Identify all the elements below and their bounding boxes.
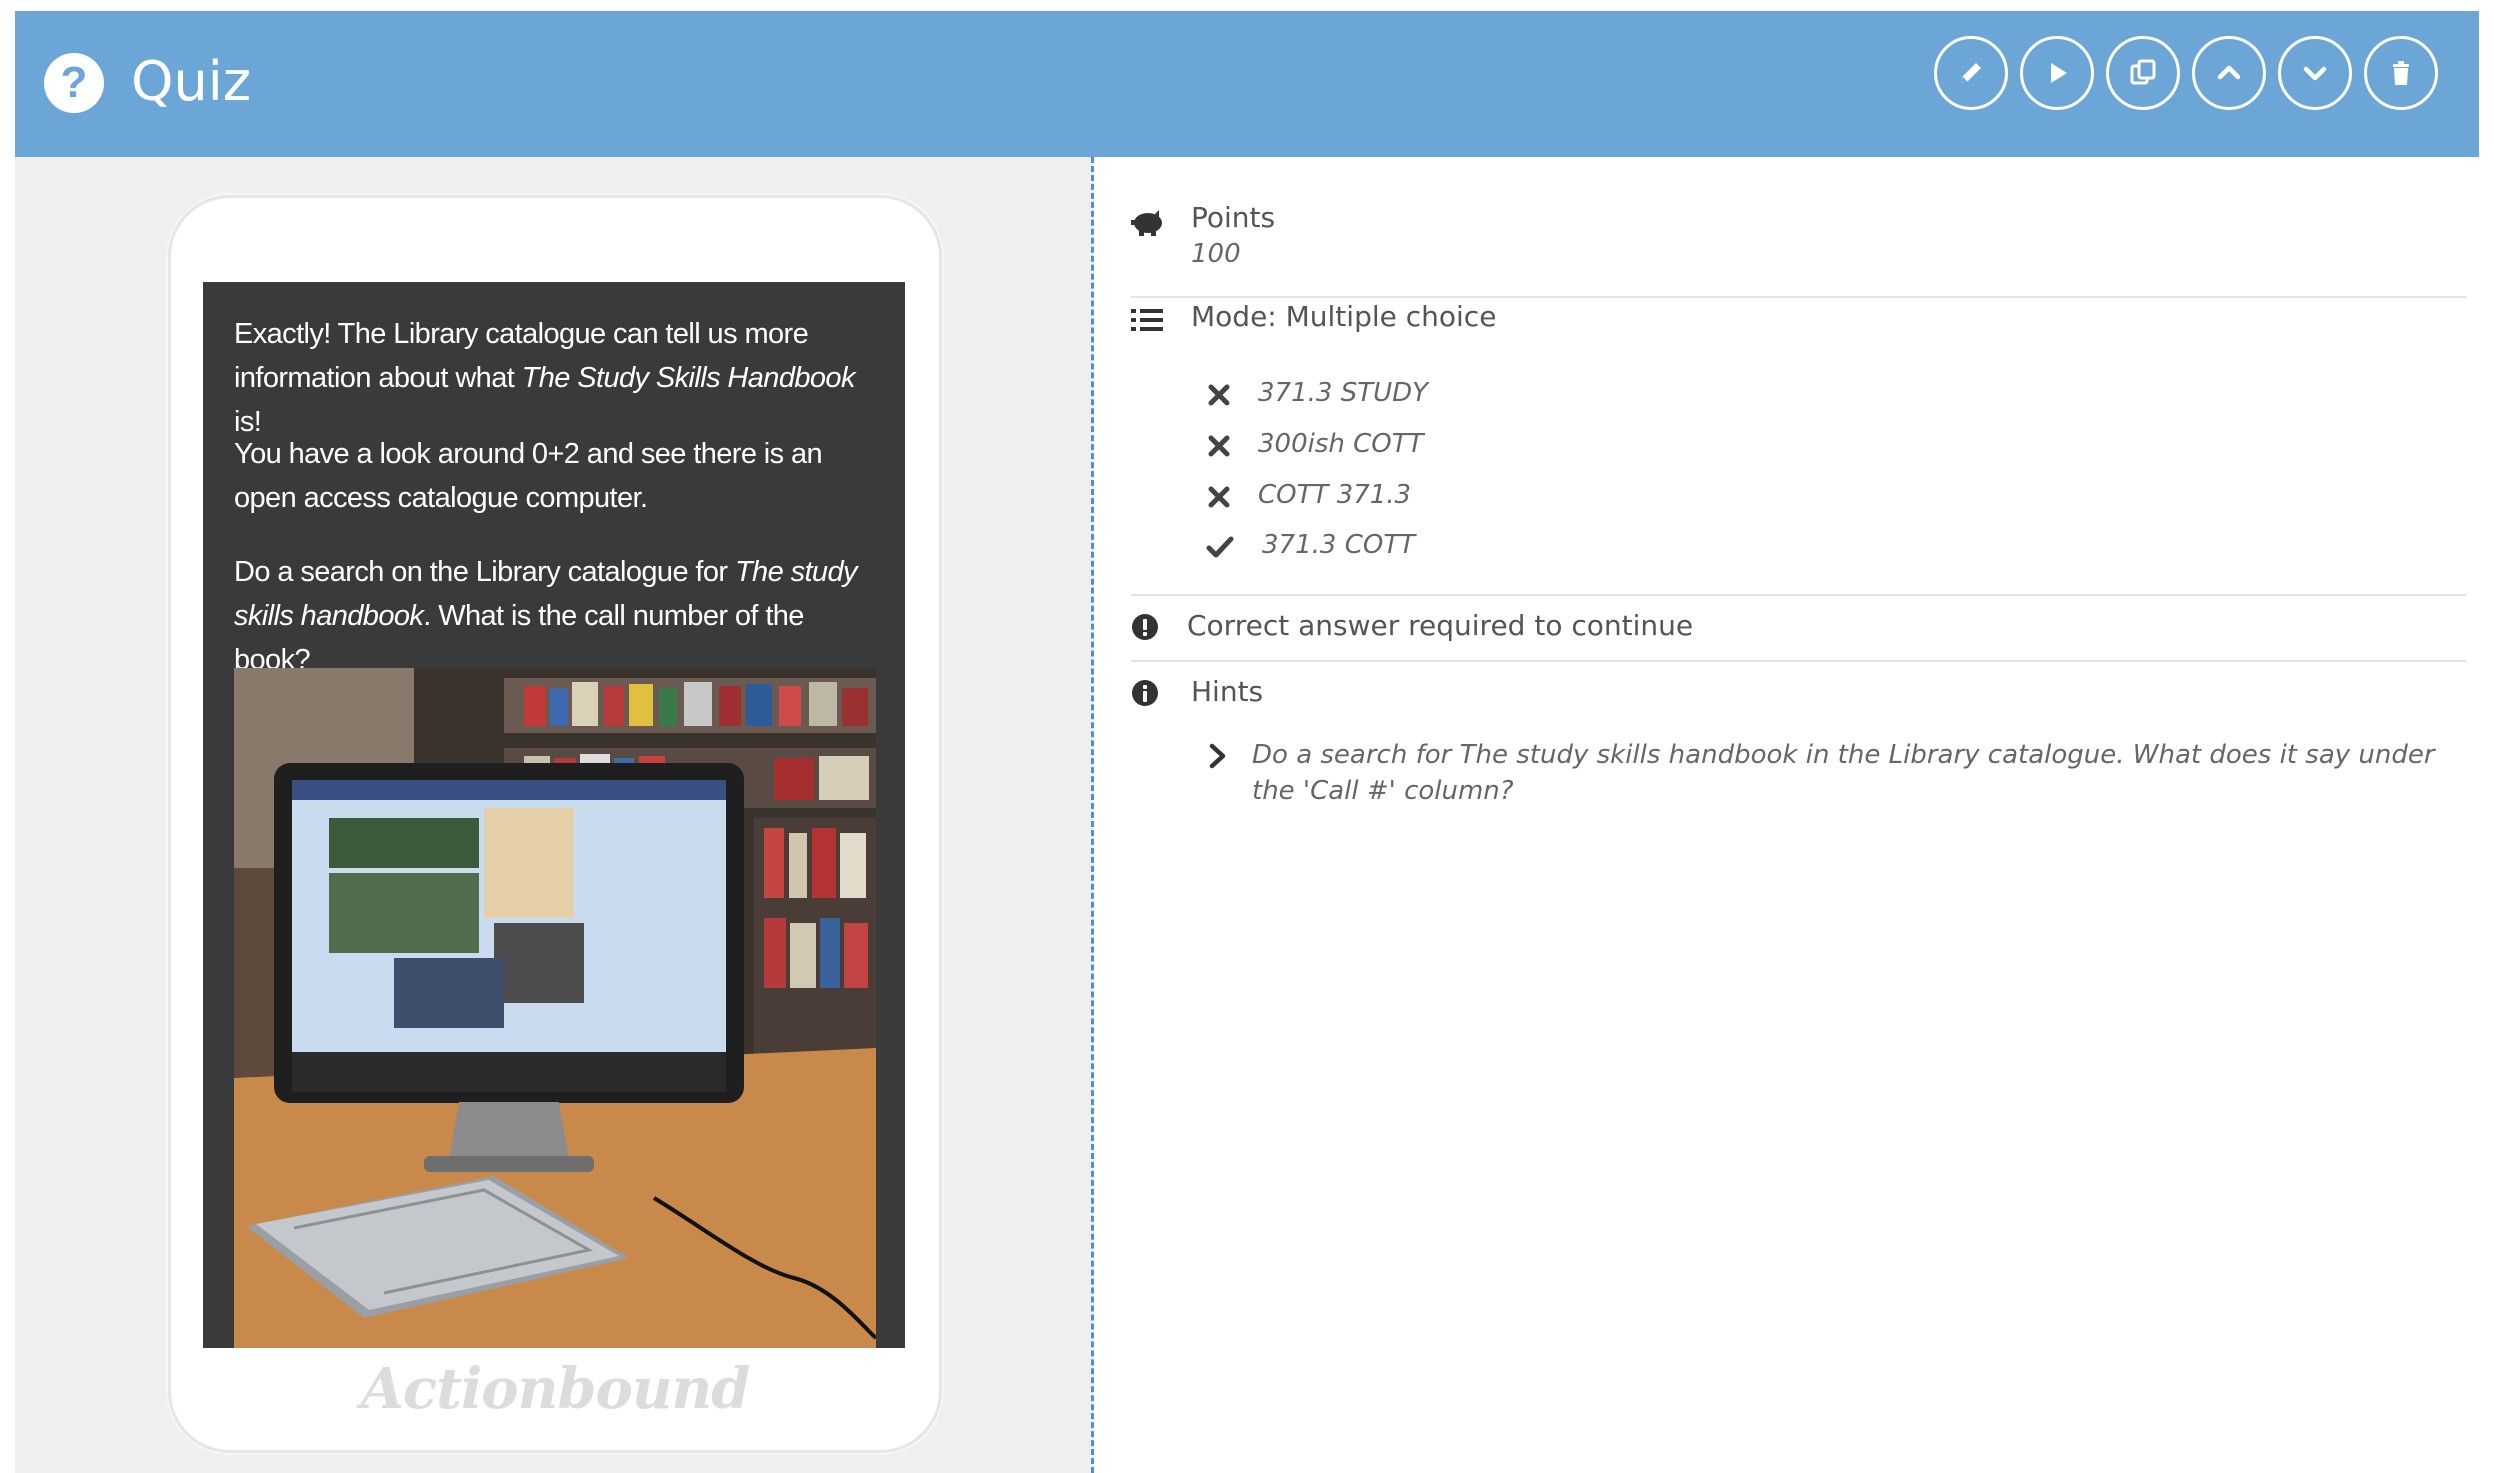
answer-option-text: 371.3 COTT bbox=[1262, 530, 1416, 560]
duplicate-button[interactable] bbox=[2106, 36, 2180, 110]
points-value: 100 bbox=[1191, 239, 1241, 269]
mode-label: Mode: Multiple choice bbox=[1191, 300, 1497, 333]
exclamation-circle-icon bbox=[1131, 613, 1159, 646]
message-paragraph: Exactly! The Library catalogue can tell … bbox=[234, 318, 855, 438]
list-icon bbox=[1131, 307, 1163, 338]
move-up-button[interactable] bbox=[2192, 36, 2266, 110]
question-circle-icon: ? bbox=[44, 53, 104, 113]
piggy-bank-icon bbox=[1131, 207, 1165, 242]
phone-screen: Exactly! The Library catalogue can tell … bbox=[203, 282, 905, 1348]
header-bar: ? Quiz bbox=[15, 11, 2479, 157]
delete-button[interactable] bbox=[2364, 36, 2438, 110]
x-icon bbox=[1208, 435, 1230, 457]
preview-pane: Exactly! The Library catalogue can tell … bbox=[15, 157, 1091, 1473]
x-icon bbox=[1208, 384, 1230, 406]
answer-option-text: COTT 371.3 bbox=[1258, 480, 1412, 510]
chevron-up-icon bbox=[2217, 65, 2241, 80]
hint-text: Do a search for The study skills handboo… bbox=[1252, 740, 2435, 806]
answer-option-text: 300ish COTT bbox=[1258, 429, 1424, 459]
info-circle-icon bbox=[1131, 679, 1159, 712]
divider-line bbox=[1131, 296, 2466, 298]
phone-preview: Exactly! The Library catalogue can tell … bbox=[168, 195, 942, 1453]
play-button[interactable] bbox=[2020, 36, 2094, 110]
x-icon bbox=[1208, 486, 1230, 508]
trash-icon bbox=[2393, 61, 2409, 85]
checkmark-icon bbox=[1206, 536, 1234, 558]
chevron-down-icon bbox=[2303, 66, 2327, 81]
divider-line bbox=[1131, 594, 2466, 596]
chevron-right-icon[interactable] bbox=[1206, 742, 1230, 770]
play-icon bbox=[2051, 63, 2067, 83]
page-title: Quiz bbox=[131, 50, 252, 113]
pencil-icon bbox=[1961, 63, 1981, 83]
answer-option-text: 371.3 STUDY bbox=[1258, 378, 1429, 408]
divider-line bbox=[1131, 660, 2466, 662]
edit-button[interactable] bbox=[1934, 36, 2008, 110]
quiz-editor: ? Quiz Exactly! The Library catalogue ca… bbox=[15, 11, 2479, 1473]
required-answer-label: Correct answer required to continue bbox=[1187, 609, 1694, 642]
move-down-button[interactable] bbox=[2278, 36, 2352, 110]
actionbound-logo: Actionbound bbox=[360, 1356, 751, 1422]
details-pane: Points 100 Mode: Multiple choice 371.3 S… bbox=[1094, 157, 2479, 1473]
hints-label: Hints bbox=[1191, 675, 1264, 708]
copy-icon bbox=[2130, 59, 2156, 85]
library-computer-photo bbox=[234, 668, 876, 1348]
points-label: Points bbox=[1191, 201, 1276, 234]
message-paragraph: You have a look around 0+2 and see there… bbox=[234, 438, 823, 514]
message-paragraph: Do a search on the Library catalogue for… bbox=[234, 556, 857, 676]
